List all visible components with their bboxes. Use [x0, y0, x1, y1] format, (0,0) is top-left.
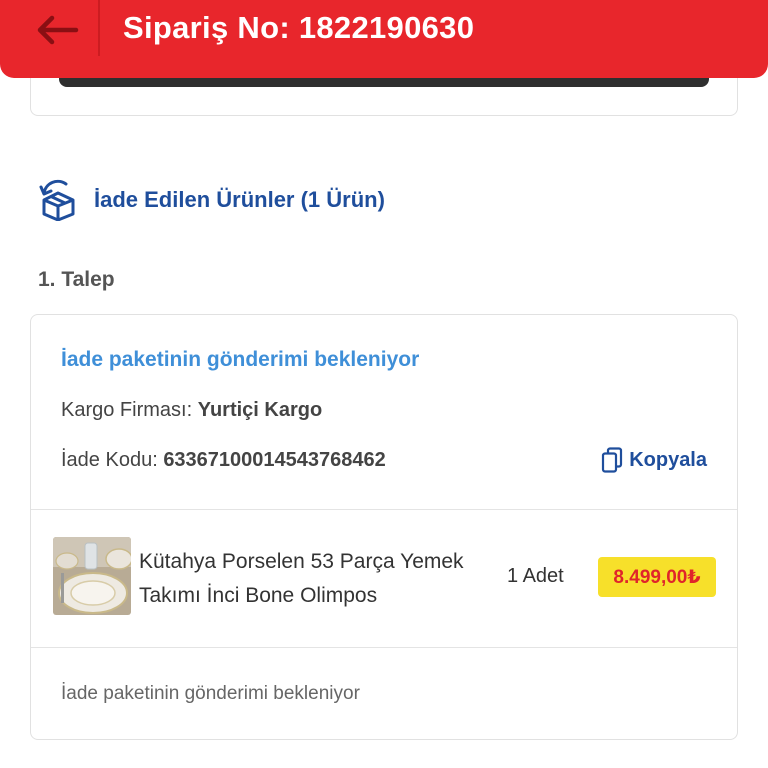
copy-icon [602, 447, 623, 473]
return-code-label: İade Kodu: [61, 449, 164, 471]
divider [31, 647, 737, 648]
return-code-line: İade Kodu: 63367100014543768462 [61, 449, 386, 472]
return-code-value: 63367100014543768462 [163, 449, 386, 471]
copy-button[interactable]: Kopyala [601, 447, 707, 473]
arrow-left-icon [37, 15, 79, 45]
cargo-company-label: Kargo Firması: [61, 399, 198, 421]
request-title: 1. Talep [38, 268, 115, 291]
returned-products-link[interactable]: İade Edilen Ürünler (1 Ürün) [38, 178, 385, 222]
request-footer-status: İade paketinin gönderimi bekleniyor [61, 683, 360, 704]
product-price: 8.499,00₺ [613, 566, 701, 588]
copy-label: Kopyala [629, 448, 707, 471]
page-title: Sipariş No: 1822190630 [123, 10, 475, 45]
cargo-company-value: Yurtiçi Kargo [197, 399, 323, 421]
request-status-title: İade paketinin gönderimi bekleniyor [61, 348, 420, 371]
cargo-company-line: Kargo Firması: Yurtiçi Kargo [61, 399, 322, 422]
dinnerware-set-image[interactable] [53, 537, 131, 615]
returned-products-label: İade Edilen Ürünler (1 Ürün) [94, 187, 385, 212]
price-badge: 8.499,00₺ [598, 557, 716, 597]
product-name[interactable]: Kütahya Porselen 53 Parça Yemek Takımı İ… [139, 545, 499, 613]
product-quantity: 1 Adet [507, 565, 564, 587]
back-button[interactable] [30, 8, 90, 52]
header-divider [98, 0, 100, 56]
return-box-icon [39, 179, 75, 221]
return-request-card: İade paketinin gönderimi bekleniyor Karg… [30, 314, 738, 740]
divider [31, 509, 737, 510]
app-header: Sipariş No: 1822190630 [0, 0, 768, 78]
